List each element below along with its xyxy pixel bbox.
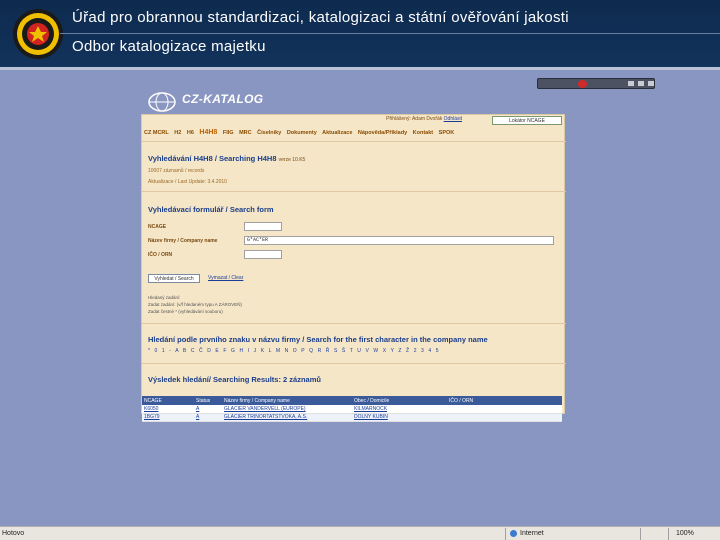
cell-ncage[interactable]: 1BG79 bbox=[142, 413, 194, 422]
divider bbox=[142, 141, 566, 142]
table-row[interactable]: 1BG79 A GLACIER TRINORTATSTVOKA, A.S. DO… bbox=[142, 413, 562, 422]
divider bbox=[142, 363, 566, 364]
cell-ncage[interactable]: K6050 bbox=[142, 405, 194, 414]
security-zone: Internet bbox=[520, 530, 544, 537]
menu-item[interactable]: MRC bbox=[239, 130, 252, 136]
cell-domicile[interactable]: DOLNY KUBIN bbox=[352, 413, 447, 422]
menu-item[interactable]: FIIG bbox=[223, 130, 234, 136]
divider bbox=[668, 528, 669, 540]
divider bbox=[640, 528, 641, 540]
ncage-input[interactable] bbox=[244, 222, 282, 231]
zoom-level[interactable]: 100% bbox=[676, 530, 694, 537]
column-header[interactable]: NCAGE bbox=[142, 396, 194, 405]
cell-company[interactable]: GLACIER TRINORTATSTVOKA, A.S. bbox=[222, 413, 352, 422]
content-panel: Přihlášený: Adam Dvořák Odhlásit Lokátor… bbox=[141, 114, 566, 414]
minimize-icon[interactable] bbox=[628, 81, 634, 86]
emblem-icon bbox=[13, 9, 63, 59]
cell-domicile[interactable]: KILMARNOCK bbox=[352, 405, 447, 414]
browser-page: CZ-KATALOG Přihlášený: Adam Dvořák Odhlá… bbox=[140, 84, 566, 429]
menu-item[interactable]: H2 bbox=[174, 130, 181, 136]
results-table: NCAGE Status Název firmy / Company name … bbox=[142, 396, 562, 422]
menu-item[interactable]: Aktualizace bbox=[322, 130, 352, 136]
cell-ico bbox=[447, 413, 562, 422]
ncage-locator-button[interactable]: Lokátor NCAGE bbox=[492, 116, 562, 125]
results-title: Výsledek hledání/ Searching Results: 2 z… bbox=[148, 375, 321, 384]
last-update: Aktualizace / Last Update: 3.4.2010 bbox=[148, 179, 227, 185]
menu-item[interactable]: Číselníky bbox=[257, 130, 281, 136]
divider bbox=[505, 528, 506, 540]
divider bbox=[142, 191, 566, 192]
records-count: 10007 záznamů / records bbox=[148, 168, 205, 174]
user-info: Přihlášený: Adam Dvořák Odhlásit bbox=[386, 116, 462, 122]
maximize-icon[interactable] bbox=[638, 81, 644, 86]
header-banner: Úřad pro obrannou standardizaci, katalog… bbox=[0, 0, 720, 70]
menu-item[interactable]: Nápověda/Příklady bbox=[358, 130, 407, 136]
table-header-row: NCAGE Status Název firmy / Company name … bbox=[142, 396, 562, 405]
logout-link[interactable]: Odhlásit bbox=[444, 116, 462, 122]
column-header[interactable]: Název firmy / Company name bbox=[222, 396, 352, 405]
hint-text: Hledaný zadání: bbox=[148, 295, 181, 300]
page-title: Vyhledávání H4H8 / Searching H4H8 verze … bbox=[148, 154, 306, 163]
menu-item[interactable]: H6 bbox=[187, 130, 194, 136]
search-button[interactable]: Vyhledat / Search bbox=[148, 274, 200, 283]
ncage-label: NCAGE bbox=[148, 224, 167, 230]
header-title: Úřad pro obrannou standardizaci, katalog… bbox=[72, 9, 569, 26]
divider bbox=[142, 323, 566, 324]
clear-link[interactable]: Vymazat / Clear bbox=[208, 275, 243, 281]
column-header[interactable]: Obec / Domicile bbox=[352, 396, 447, 405]
main-menu: CZ MCRL H2 H6 H4H8 FIIG MRC Číselníky Do… bbox=[144, 129, 562, 139]
ico-label: IČO / ORN bbox=[148, 252, 173, 258]
version-label: verze 10.K5 bbox=[278, 157, 306, 163]
menu-item[interactable]: SPOK bbox=[439, 130, 455, 136]
column-header[interactable]: Status bbox=[194, 396, 222, 405]
alphabet-links[interactable]: * 0 1 - A B C Č D E F G H I J K L M N O … bbox=[148, 348, 440, 354]
status-text: Hotovo bbox=[2, 530, 25, 537]
first-char-title: Hledání podle prvního znaku v názvu firm… bbox=[148, 335, 488, 344]
menu-item[interactable]: Kontakt bbox=[413, 130, 433, 136]
header-subtitle: Odbor katalogizace majetku bbox=[72, 38, 266, 55]
form-title: Vyhledávací formulář / Search form bbox=[148, 205, 274, 214]
status-bar: Hotovo Internet 100% bbox=[0, 526, 720, 540]
close-icon[interactable] bbox=[648, 81, 654, 86]
cell-status: A bbox=[194, 405, 222, 414]
ico-input[interactable] bbox=[244, 250, 282, 259]
cell-company[interactable]: GLACIER VANDERVELL (EUROPE) bbox=[222, 405, 352, 414]
header-divider bbox=[60, 33, 720, 34]
menu-item[interactable]: Dokumenty bbox=[287, 130, 317, 136]
company-input[interactable]: G*AC*ER bbox=[244, 236, 554, 245]
cell-ico bbox=[447, 405, 562, 414]
cell-status: A bbox=[194, 413, 222, 422]
logo-text: CZ-KATALOG bbox=[182, 92, 264, 106]
table-row[interactable]: K6050 A GLACIER VANDERVELL (EUROPE) KILM… bbox=[142, 405, 562, 414]
menu-item[interactable]: CZ MCRL bbox=[144, 130, 169, 136]
globe-icon bbox=[510, 530, 517, 537]
column-header[interactable]: IČO / ORN bbox=[447, 396, 562, 405]
record-icon[interactable] bbox=[578, 80, 587, 88]
hint-text: Zadat zadání: (v/f hledaném typu A ZÁROV… bbox=[148, 302, 243, 307]
hint-text: Zadat čestné * (vyhledávání souboru) bbox=[148, 309, 223, 314]
menu-item-active[interactable]: H4H8 bbox=[199, 129, 217, 136]
company-label: Název firmy / Company name bbox=[148, 238, 218, 244]
user-label: Přihlášený: Adam Dvořák bbox=[386, 116, 443, 122]
